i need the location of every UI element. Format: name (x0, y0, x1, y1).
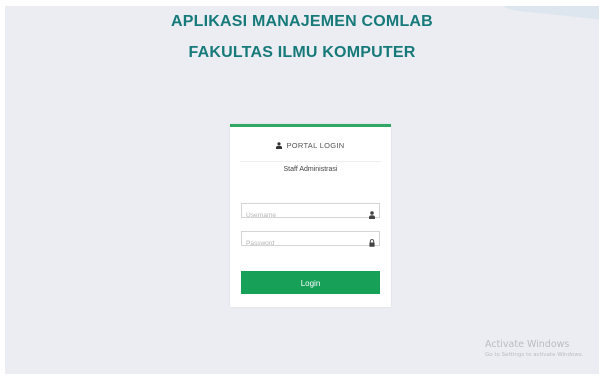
lock-icon (369, 234, 375, 252)
user-icon (369, 206, 375, 224)
watermark-subtitle: Go to Settings to activate Windows. (485, 352, 584, 358)
user-icon (276, 141, 283, 151)
watermark-title: Activate Windows (485, 339, 570, 350)
divider (240, 161, 381, 162)
faculty-title: FAKULTAS ILMU KOMPUTER (188, 44, 416, 61)
activate-windows-watermark: Activate Windows Go to Settings to activ… (485, 339, 584, 358)
role-subtitle: Staff Administrasi (283, 166, 338, 173)
app-title: APLIKASI MANAJEMEN COMLAB (171, 13, 433, 30)
password-input[interactable] (242, 237, 364, 250)
password-field[interactable] (241, 231, 380, 250)
username-field[interactable] (241, 203, 380, 222)
portal-login-label: PORTAL LOGIN (286, 141, 345, 150)
page-background: APLIKASI MANAJEMEN COMLAB FAKULTAS ILMU … (5, 6, 599, 374)
username-input[interactable] (242, 209, 364, 222)
login-button[interactable]: Login (241, 271, 380, 294)
portal-login-header: PORTAL LOGIN (230, 141, 391, 151)
login-panel: PORTAL LOGIN Staff Administrasi Login (230, 124, 391, 307)
